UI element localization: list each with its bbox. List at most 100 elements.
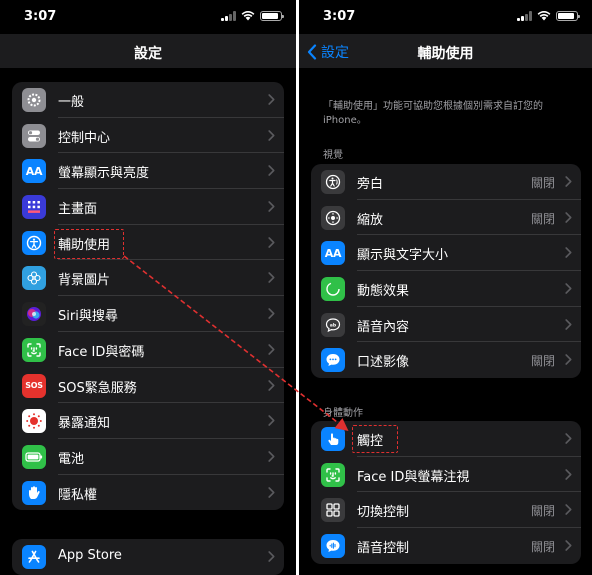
row-label: Siri與搜尋 [58, 309, 118, 325]
row-label: 電池 [58, 451, 85, 467]
row-label: 隱私權 [58, 487, 98, 503]
chevron-right-icon [268, 236, 275, 248]
settings-row-accessibility[interactable]: 輔助使用 [12, 225, 284, 261]
toggles-icon [22, 123, 46, 148]
sos-icon: SOS [22, 373, 46, 398]
row-label: App Store [58, 548, 122, 563]
chevron-right-icon [268, 551, 275, 562]
section-header-physical: 身體動作 [323, 408, 363, 419]
settings-row-voice-control[interactable]: 語音控制 關閉 [311, 528, 581, 564]
exposure-icon [22, 409, 46, 434]
status-bar: 3:07 [299, 0, 592, 34]
settings-row-face-id[interactable]: Face ID與螢幕注視 [311, 457, 581, 493]
settings-row-battery[interactable]: 電池 [12, 439, 284, 475]
store-list: App Store [12, 539, 284, 575]
row-label: Face ID與螢幕注視 [357, 469, 470, 485]
row-label: 切換控制 [357, 505, 410, 521]
battery-status-icon [556, 11, 580, 21]
settings-row-text-size[interactable]: AA 顯示與文字大小 [311, 235, 581, 271]
page-description: 「輔助使用」功能可協助您根據個別需求自訂您的iPhone。 [323, 101, 543, 126]
chevron-right-icon [565, 318, 572, 330]
icon-glyph: SOS [25, 381, 43, 390]
touch-icon [321, 427, 345, 451]
nav-bar: 設定 輔助使用 [299, 34, 592, 68]
status-time: 3:07 [24, 9, 57, 24]
voice-control-icon [321, 534, 345, 559]
row-value: 關閉 [530, 211, 555, 226]
chevron-right-icon [268, 272, 275, 284]
settings-row-toggles[interactable]: 控制中心 [12, 118, 284, 154]
flower-icon [22, 266, 46, 291]
row-label: 暴露通知 [58, 416, 111, 432]
settings-row-text-size[interactable]: AA 螢幕顯示與亮度 [12, 153, 284, 189]
icon-glyph: AA [324, 246, 342, 260]
row-label: 一般 [58, 95, 85, 110]
settings-row-home-grid[interactable]: 主畫面 [12, 189, 284, 225]
voiceover-icon [321, 170, 345, 194]
status-icons [517, 11, 580, 21]
spoken-content-icon: ab [321, 312, 345, 337]
settings-row-gear[interactable]: 一般 [12, 82, 284, 118]
row-label: 縮放 [357, 212, 384, 228]
section-header-vision: 視覺 [323, 150, 343, 161]
settings-row-flower[interactable]: 背景圖片 [12, 260, 284, 296]
vision-list: 旁白 關閉 縮放 關閉 AA 顯示與文字大小 動態效果 ab 語音內容 口述影像 關閉 [311, 164, 581, 379]
settings-row-switch-control[interactable]: 切換控制 關閉 [311, 492, 581, 528]
switch-control-icon [321, 498, 345, 523]
settings-row-audio-description[interactable]: 口述影像 關閉 [311, 342, 581, 378]
settings-row-exposure[interactable]: 暴露通知 [12, 403, 284, 439]
home-grid-icon [22, 195, 46, 220]
status-bar: 3:07 [0, 0, 296, 34]
chevron-right-icon [565, 176, 572, 187]
chevron-right-icon [565, 211, 572, 223]
siri-icon [22, 302, 46, 327]
hand-icon [22, 480, 46, 505]
chevron-right-icon [565, 540, 572, 551]
chevron-right-icon [268, 379, 275, 391]
settings-row-app-store[interactable]: App Store [12, 539, 284, 575]
chevron-right-icon [268, 451, 275, 462]
row-label: 旁白 [357, 177, 384, 192]
row-label: 語音內容 [357, 319, 410, 335]
row-label: 主畫面 [58, 202, 98, 218]
chevron-right-icon [268, 344, 275, 355]
chevron-right-icon [268, 129, 275, 141]
row-label: 動態效果 [357, 284, 410, 300]
chevron-right-icon [268, 486, 275, 498]
chevron-right-icon [565, 283, 572, 294]
motion-icon [321, 277, 345, 302]
chevron-right-icon [565, 433, 572, 444]
chevron-right-icon [565, 354, 572, 366]
highlight-box-touch [352, 425, 398, 453]
settings-row-voiceover[interactable]: 旁白 關閉 [311, 164, 581, 200]
cellular-signal-icon [221, 11, 236, 21]
chevron-right-icon [565, 247, 572, 259]
gear-icon [22, 88, 46, 112]
chevron-right-icon [565, 468, 572, 480]
row-value: 關閉 [530, 176, 555, 190]
row-value: 關閉 [530, 540, 555, 555]
text-size-icon: AA [321, 241, 345, 266]
app-store-icon [22, 545, 46, 569]
chevron-right-icon [268, 94, 275, 105]
wifi-icon [537, 11, 551, 21]
face-id-icon [22, 337, 46, 362]
settings-row-hand[interactable]: 隱私權 [12, 475, 284, 511]
row-label: SOS緊急服務 [58, 380, 137, 396]
battery-icon [22, 444, 46, 469]
row-label: 背景圖片 [58, 273, 111, 289]
settings-row-zoom[interactable]: 縮放 關閉 [311, 200, 581, 236]
settings-row-sos[interactable]: SOS SOS緊急服務 [12, 368, 284, 404]
row-value: 關閉 [530, 354, 555, 369]
text-size-icon: AA [22, 159, 46, 184]
icon-glyph: AA [25, 164, 43, 178]
settings-row-face-id[interactable]: Face ID與密碼 [12, 332, 284, 368]
page-title: 設定 [134, 46, 162, 62]
chevron-right-icon [268, 201, 275, 212]
status-time: 3:07 [323, 9, 356, 24]
chevron-right-icon [268, 415, 275, 426]
chevron-right-icon [268, 165, 275, 177]
settings-row-siri[interactable]: Siri與搜尋 [12, 296, 284, 332]
settings-row-spoken-content[interactable]: ab 語音內容 [311, 307, 581, 343]
settings-row-motion[interactable]: 動態效果 [311, 271, 581, 307]
